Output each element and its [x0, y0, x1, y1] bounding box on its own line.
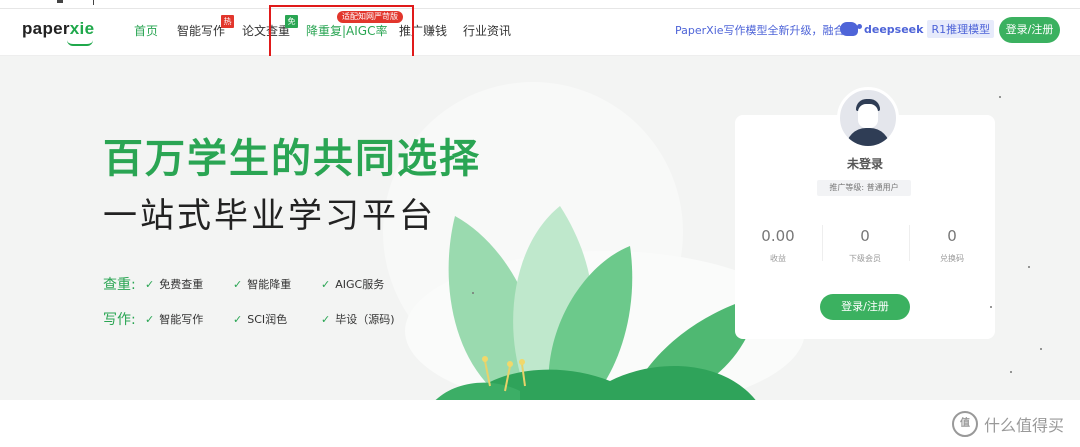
strip-mark — [93, 0, 94, 5]
strip-mark — [57, 0, 63, 3]
stat-redeem-codes[interactable]: 0 兑换码 — [912, 227, 992, 264]
stat-value: 0 — [860, 227, 870, 245]
check-icon: ✓ — [233, 313, 243, 326]
browser-top-strip — [0, 0, 1080, 9]
stat-earnings[interactable]: 0.00 收益 — [738, 227, 818, 264]
check-icon: ✓ — [233, 278, 243, 291]
watermark-text: 什么值得买 — [984, 416, 1065, 435]
decor-speck — [990, 306, 992, 308]
stat-label: 兑换码 — [940, 254, 964, 263]
decor-speck — [1040, 348, 1042, 350]
deepseek-logo[interactable]: deepseek R1推理模型 — [840, 20, 995, 38]
feature-label: 智能降重 — [247, 278, 292, 291]
hot-badge: 热 — [221, 15, 234, 28]
avatar[interactable] — [837, 87, 899, 149]
smzdm-watermark: 值 什么值得买 — [952, 411, 1064, 437]
feature-label: AIGC服务 — [335, 278, 385, 291]
promo-text[interactable]: PaperXie写作模型全新升级，融合 — [675, 22, 845, 38]
nav-item-home[interactable]: 首页 — [134, 22, 158, 39]
avatar-face — [858, 104, 878, 128]
feature-label: 智能写作 — [159, 313, 204, 326]
stat-sub-members[interactable]: 0 下级会员 — [825, 227, 905, 264]
nav-item-news[interactable]: 行业资讯 — [463, 22, 511, 39]
check-icon: ✓ — [321, 313, 331, 326]
check-icon: ✓ — [145, 278, 155, 291]
feature-smart-writing[interactable]: ✓ 智能写作 — [145, 311, 203, 327]
logo-prefix: paper — [22, 19, 70, 38]
check-icon: ✓ — [145, 313, 155, 326]
header-login-button[interactable]: 登录/注册 — [999, 17, 1060, 43]
feature-sci-polish[interactable]: ✓ SCI润色 — [233, 311, 287, 327]
check-icon: ✓ — [321, 278, 331, 291]
paperxie-logo[interactable]: paperxie — [22, 19, 94, 39]
deepseek-whale-icon — [840, 22, 862, 36]
user-card: 未登录 推广等级: 普通用户 0.00 收益 0 下级会员 0 兑换码 登录/注… — [735, 87, 995, 339]
site-header: paperxie 首页 智能写作 热 论文查重 免 降重复|AIGC率 适配知网… — [0, 9, 1080, 56]
feature-aigc-service[interactable]: ✓ AIGC服务 — [321, 276, 384, 292]
decor-speck — [472, 292, 474, 294]
decor-speck — [1028, 266, 1030, 268]
stat-value: 0 — [947, 227, 957, 245]
feature-label: 毕设（源码) — [335, 313, 395, 326]
feature-category: 写作: — [103, 312, 136, 328]
avatar-body — [846, 128, 890, 146]
plant-illustration — [435, 206, 760, 400]
card-login-button[interactable]: 登录/注册 — [820, 294, 910, 320]
stat-label: 收益 — [770, 254, 786, 263]
username: 未登录 — [846, 157, 883, 171]
decor-speck — [999, 96, 1001, 98]
feature-label: SCI润色 — [247, 313, 288, 326]
hero-title: 百万学生的共同选择 — [103, 136, 481, 182]
feature-graduation-project[interactable]: ✓ 毕设（源码) — [321, 311, 395, 327]
stat-divider — [822, 225, 823, 261]
annotation-highlight-box — [269, 5, 414, 61]
deepseek-wordmark: deepseek — [864, 22, 924, 36]
decor-speck — [1010, 371, 1012, 373]
nav-item-smart-writing[interactable]: 智能写作 — [177, 22, 225, 39]
logo-swoosh-icon — [67, 40, 93, 46]
feature-smart-reduce[interactable]: ✓ 智能降重 — [233, 276, 291, 292]
smzdm-logo-icon: 值 — [952, 411, 978, 437]
stat-value: 0.00 — [761, 227, 795, 245]
hero-banner: 百万学生的共同选择 一站式毕业学习平台 查重: ✓ 免费查重 ✓ 智能降重 ✓ AIG… — [0, 56, 1080, 400]
feature-free-check[interactable]: ✓ 免费查重 — [145, 276, 203, 292]
logo-suffix: xie — [69, 19, 95, 38]
hero-subtitle: 一站式毕业学习平台 — [103, 196, 436, 236]
promotion-level-badge: 推广等级: 普通用户 — [817, 180, 911, 196]
stat-label: 下级会员 — [849, 254, 881, 263]
feature-label: 免费查重 — [159, 278, 204, 291]
model-tag: R1推理模型 — [927, 20, 995, 38]
feature-category: 查重: — [103, 277, 136, 293]
stat-divider — [909, 225, 910, 261]
